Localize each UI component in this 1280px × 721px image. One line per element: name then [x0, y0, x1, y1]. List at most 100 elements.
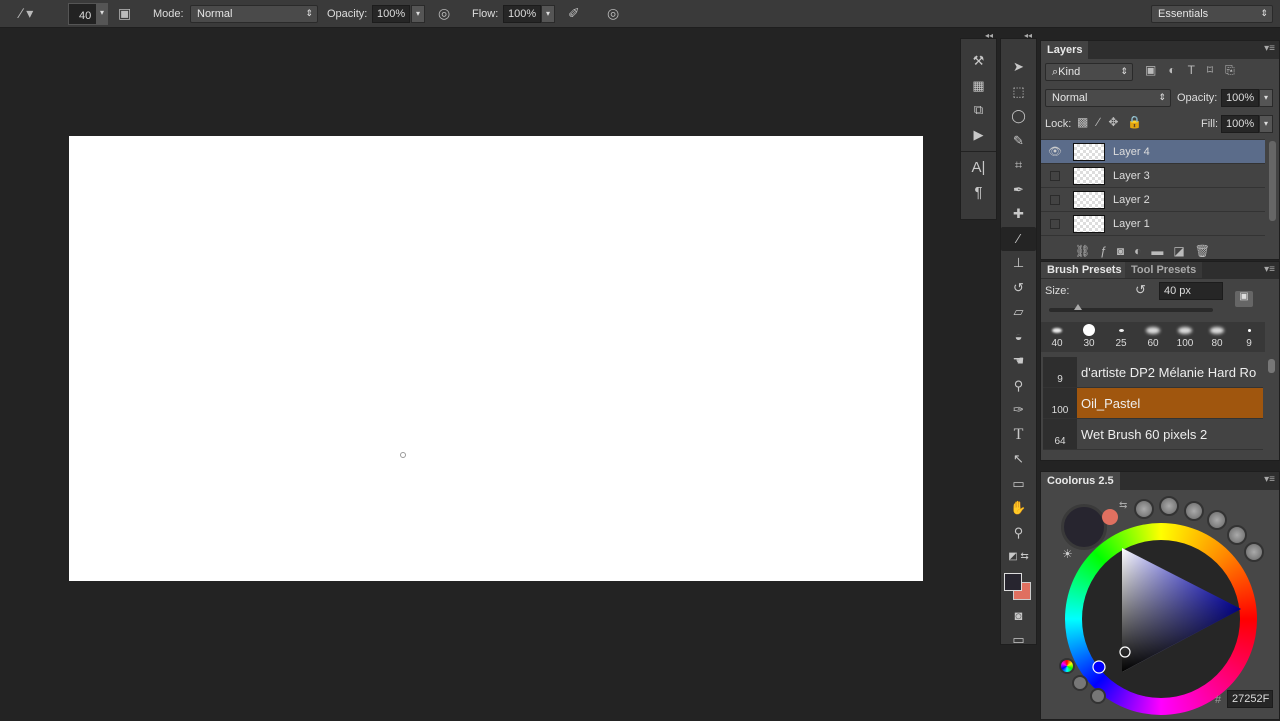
filter-icons[interactable]: ▣◐T⌑⎘ — [1145, 63, 1247, 78]
lasso-tool-icon[interactable]: ◯ — [1001, 104, 1036, 129]
brush-item[interactable]: 64 Wet Brush 60 pixels 2 — [1043, 419, 1263, 450]
triangle-mode-icon[interactable] — [1072, 675, 1088, 691]
layer-row[interactable]: Layer 3 — [1041, 164, 1265, 188]
size-slider[interactable] — [1049, 304, 1213, 312]
quick-selection-tool-icon[interactable]: ✎ — [1001, 129, 1036, 154]
tip-size: 25 — [1115, 338, 1127, 349]
brush-list-scrollbar[interactable] — [1268, 359, 1275, 373]
panel-menu-icon[interactable]: ▾≡ — [1264, 264, 1275, 275]
brush-tip[interactable]: 25 — [1105, 322, 1137, 352]
visibility-toggle[interactable] — [1050, 170, 1060, 181]
chevron-down-icon[interactable]: ▾ — [96, 3, 108, 25]
brush-tool-icon[interactable]: ∕ ▾ — [20, 3, 33, 23]
airbrush-icon[interactable]: ✐ — [568, 3, 580, 23]
layers-panel: Layers ▾≡ ⌕Kind ▣◐T⌑⎘ Normal Opacity: 10… — [1040, 40, 1280, 260]
reset-size-icon[interactable]: ↺ — [1135, 282, 1146, 298]
rectangle-tool-icon[interactable]: ▭ — [1001, 472, 1036, 497]
pressure-opacity-icon[interactable]: ◎ — [438, 3, 450, 23]
layer-thumbnail — [1073, 214, 1105, 233]
brush-item-name: Oil_Pastel — [1081, 395, 1141, 411]
workspace-select[interactable]: Essentials — [1151, 5, 1273, 23]
move-tool-icon[interactable]: ➤ — [1001, 55, 1036, 80]
fill-input[interactable]: 100% — [1221, 115, 1259, 133]
actions-play-icon[interactable]: ▶ — [961, 123, 996, 148]
fill-dropdown[interactable]: ▾ — [1259, 115, 1273, 133]
brush-panel-icon[interactable]: ▣ — [1235, 291, 1253, 307]
options-bar: ∕ ▾ 40 ▾ ▣ Mode: Normal Opacity: 100% ▾ … — [0, 0, 1280, 28]
layer-row[interactable]: 👁 Layer 4 — [1041, 140, 1265, 164]
3d-icon[interactable]: ⧉ — [961, 98, 996, 123]
blend-mode-select[interactable]: Normal — [1045, 89, 1171, 107]
eye-icon[interactable]: 👁 — [1041, 145, 1069, 158]
healing-brush-tool-icon[interactable]: ✚ — [1001, 202, 1036, 227]
opacity-input[interactable]: 100% — [372, 5, 410, 23]
visibility-toggle[interactable] — [1050, 194, 1060, 205]
tab-brush-presets[interactable]: Brush Presets — [1041, 262, 1128, 278]
screen-mode-icon[interactable]: ▭ — [1001, 628, 1036, 653]
foreground-color-swatch[interactable] — [1004, 572, 1022, 591]
brush-tip[interactable]: 30 — [1073, 322, 1105, 352]
brush-item[interactable]: 100 Oil_Pastel — [1043, 388, 1263, 419]
paragraph-icon[interactable]: ¶ — [961, 181, 996, 206]
layer-row[interactable]: Layer 1 — [1041, 212, 1265, 236]
type-tool-icon[interactable]: T — [1001, 423, 1036, 448]
swap-colors-icon[interactable]: ◩ ⇆ — [1001, 545, 1036, 570]
swatches-icon[interactable]: ▦ — [961, 74, 996, 99]
tool-presets-icon[interactable]: ⚒ — [961, 49, 996, 74]
hex-input[interactable]: 27252F — [1227, 690, 1273, 708]
brush-tip[interactable]: 40 — [1041, 322, 1073, 352]
flow-dropdown[interactable]: ▾ — [541, 5, 555, 23]
history-brush-tool-icon[interactable]: ↺ — [1001, 276, 1036, 301]
layer-row[interactable]: Layer 2 — [1041, 188, 1265, 212]
color-swatches[interactable] — [1001, 570, 1036, 604]
pressure-size-icon[interactable]: ◎ — [607, 3, 619, 23]
mode-select[interactable]: Normal — [190, 5, 318, 23]
eyedropper-tool-icon[interactable]: ✒ — [1001, 178, 1036, 203]
square-mode-icon[interactable] — [1090, 688, 1106, 704]
size-input[interactable]: 40 px — [1159, 282, 1223, 300]
layer-filter-select[interactable]: ⌕Kind — [1045, 63, 1133, 81]
layers-scrollbar[interactable] — [1269, 141, 1276, 221]
eraser-tool-icon[interactable]: ▱ — [1001, 300, 1036, 325]
clone-stamp-tool-icon[interactable]: ⊥ — [1001, 251, 1036, 276]
layer-footer-icons[interactable]: ⛓ƒ◙◐▬◪🗑 — [1075, 244, 1220, 258]
dodge-tool-icon[interactable]: ⚲ — [1001, 374, 1036, 399]
tip-size: 30 — [1083, 338, 1095, 349]
layer-opacity-dropdown[interactable]: ▾ — [1259, 89, 1273, 107]
zoom-tool-icon[interactable]: ⚲ — [1001, 521, 1036, 546]
brush-item[interactable]: 9 d'artiste DP2 Mélanie Hard Ro — [1043, 357, 1263, 388]
tip-size: 100 — [1176, 338, 1194, 349]
size-slider-handle[interactable] — [1073, 304, 1082, 310]
flow-input[interactable]: 100% — [503, 5, 541, 23]
brush-tip[interactable]: 100 — [1169, 322, 1201, 352]
visibility-toggle[interactable] — [1050, 218, 1060, 229]
tip-size: 40 — [1051, 338, 1063, 349]
opacity-dropdown[interactable]: ▾ — [411, 5, 425, 23]
panel-menu-icon[interactable]: ▾≡ — [1264, 43, 1275, 54]
brush-tip[interactable]: 9 — [1233, 322, 1265, 352]
layer-opacity-input[interactable]: 100% — [1221, 89, 1259, 107]
tab-layers[interactable]: Layers — [1041, 41, 1089, 59]
path-selection-tool-icon[interactable]: ↖ — [1001, 447, 1036, 472]
tab-tool-presets[interactable]: Tool Presets — [1125, 262, 1203, 278]
quick-mask-icon[interactable]: ◙ — [1001, 604, 1036, 629]
layer-name: Layer 4 — [1113, 145, 1150, 158]
hex-hash: # — [1215, 694, 1222, 706]
layer-name: Layer 2 — [1113, 193, 1150, 206]
mode-value: Normal — [197, 8, 233, 20]
brush-tip[interactable]: 80 — [1201, 322, 1233, 352]
brush-tool-icon[interactable]: ∕ — [1001, 226, 1036, 251]
lock-icons[interactable]: ▩∕✥🔒 — [1077, 115, 1151, 129]
pen-tool-icon[interactable]: ✑ — [1001, 398, 1036, 423]
color-mode-icon[interactable] — [1059, 658, 1075, 674]
brush-tip[interactable]: 60 — [1137, 322, 1169, 352]
smudge-tool-icon[interactable]: ☚ — [1001, 349, 1036, 374]
paint-bucket-tool-icon[interactable]: ◒ — [1001, 325, 1036, 350]
brush-size-picker[interactable]: 40 ▾ — [68, 3, 108, 25]
character-icon[interactable]: A| — [961, 156, 996, 181]
document-canvas[interactable] — [69, 136, 923, 581]
brush-panel-toggle-icon[interactable]: ▣ — [118, 3, 131, 23]
crop-tool-icon[interactable]: ⌗ — [1001, 153, 1036, 178]
hand-tool-icon[interactable]: ✋ — [1001, 496, 1036, 521]
marquee-tool-icon[interactable]: ⬚ — [1001, 80, 1036, 105]
